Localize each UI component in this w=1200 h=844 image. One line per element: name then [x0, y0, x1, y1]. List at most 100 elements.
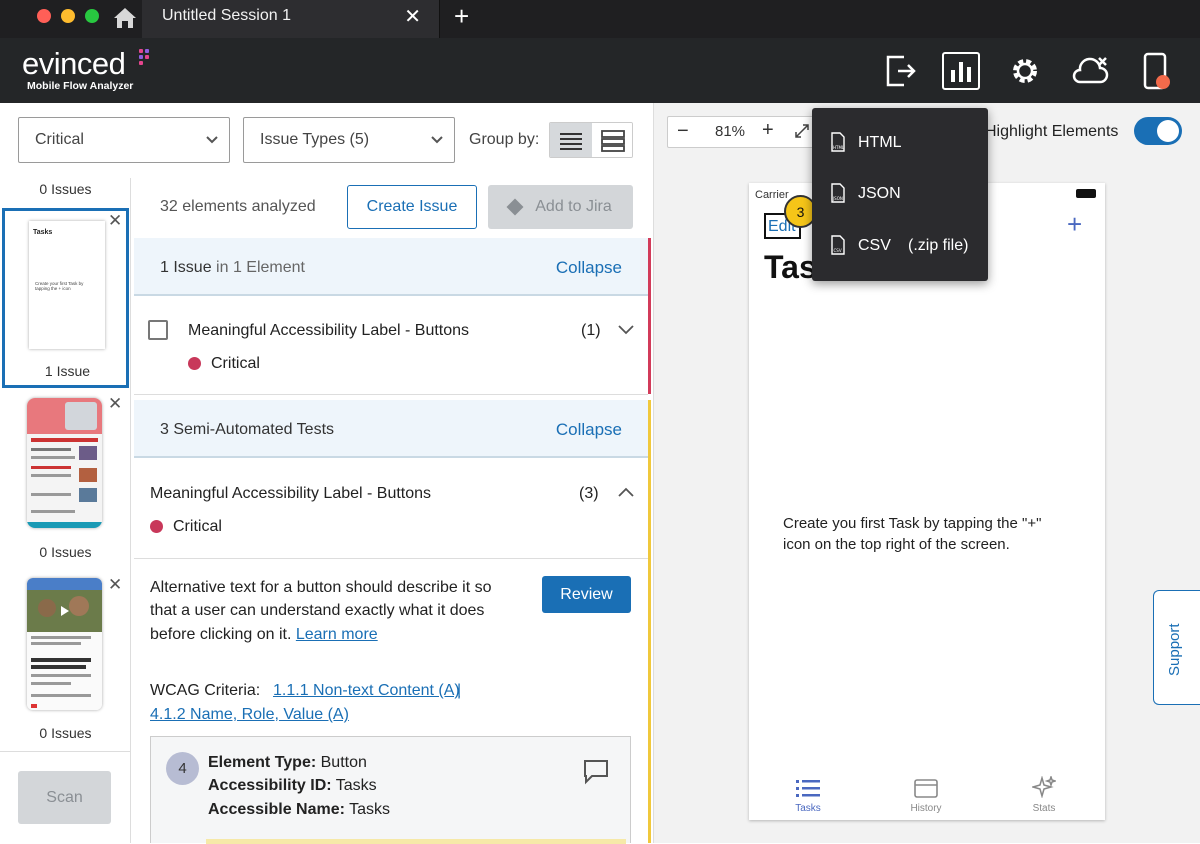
csv-file-icon: CSV — [830, 235, 846, 260]
element-accessible-name: Accessible Name: Tasks — [208, 801, 391, 818]
export-html-item[interactable]: HTML HTML — [830, 128, 980, 158]
tab-bar: Tasks History Stats — [749, 766, 1105, 820]
screen-issue-count: 1 Issue — [44, 363, 91, 379]
battery-icon — [1076, 189, 1096, 198]
home-icon[interactable] — [112, 6, 138, 35]
highlight-strip — [206, 839, 626, 844]
review-button[interactable]: Review — [542, 576, 631, 613]
screen-thumbnail-selected[interactable]: Tasks Create your first Task by tapping … — [2, 208, 129, 388]
element-card[interactable]: 4 Element Type: Button Accessibility ID:… — [150, 736, 631, 844]
chevron-down-icon — [205, 132, 219, 151]
export-csv-note: (.zip file) — [908, 237, 969, 254]
expand-icon[interactable] — [794, 123, 810, 144]
test-count-badge: (3) — [579, 485, 599, 502]
test-severity: Critical — [173, 518, 222, 535]
test-description: Alternative text for a button should des… — [150, 579, 492, 596]
element-count: in 1 Element — [211, 259, 305, 276]
issue-title: Meaningful Accessibility Label - Buttons — [188, 322, 470, 339]
device-connection-icon[interactable] — [1136, 52, 1174, 90]
export-csv-item[interactable]: CSV CSV (.zip file) — [830, 231, 980, 261]
brand-logo: evinced — [22, 46, 126, 81]
critical-dot — [188, 357, 201, 370]
screen-issue-count: 0 Issues — [39, 725, 92, 741]
status-carrier: Carrier — [755, 189, 789, 201]
window-title-bar: Untitled Session 1 ✕ + — [0, 0, 1200, 38]
tab-stats[interactable]: Stats — [1027, 774, 1061, 814]
close-window-button[interactable] — [37, 9, 51, 23]
chevron-up-icon[interactable] — [617, 485, 635, 504]
element-number-badge: 4 — [166, 752, 199, 785]
issues-section-title: 1 Issue in 1 Element — [160, 259, 305, 277]
export-icon[interactable] — [880, 52, 918, 90]
screen-thumbnail-image[interactable] — [27, 398, 102, 528]
close-tab-icon[interactable]: ✕ — [404, 4, 421, 29]
wcag-label: WCAG Criteria: — [150, 682, 261, 699]
semi-automated-bar — [648, 400, 651, 843]
sparkles-icon — [1030, 774, 1058, 799]
app-header: evinced Mobile Flow Analyzer — [0, 38, 1200, 103]
new-tab-button[interactable]: + — [454, 1, 469, 32]
tab-tasks-label: Tasks — [795, 803, 821, 814]
highlight-elements-toggle[interactable] — [1134, 117, 1182, 145]
settings-gear-icon[interactable] — [1006, 52, 1044, 90]
brand-subtitle: Mobile Flow Analyzer — [27, 80, 134, 92]
svg-text:CSV: CSV — [834, 248, 842, 253]
issue-types-filter-value: Issue Types (5) — [260, 131, 370, 148]
zoom-in-button[interactable]: + — [762, 119, 774, 142]
wcag-link-4-1-2[interactable]: 4.1.2 Name, Role, Value (A) — [150, 706, 349, 724]
test-description: before clicking on it. Learn more — [150, 626, 378, 643]
test-description: that a user can understand exactly what … — [150, 602, 485, 619]
jira-icon — [506, 198, 524, 216]
empty-state-text: icon on the top right of the screen. — [783, 536, 1010, 553]
close-icon[interactable]: ✕ — [108, 211, 122, 231]
group-by-toggle — [549, 122, 633, 158]
wcag-link-1-1-1[interactable]: 1.1.1 Non-text Content (A) — [273, 682, 460, 700]
wcag-separator: | — [457, 682, 462, 699]
test-title: Meaningful Accessibility Label - Buttons — [150, 485, 432, 502]
elements-analyzed-count: 32 elements analyzed — [160, 198, 316, 215]
zoom-out-button[interactable]: − — [677, 120, 689, 143]
create-issue-button[interactable]: Create Issue — [347, 185, 477, 229]
thumbnail-mini-text: Create your first Task by tapping the + … — [35, 281, 84, 291]
tab-history-label: History — [910, 803, 942, 814]
scan-button[interactable]: Scan — [18, 771, 111, 824]
export-html-label: HTML — [858, 134, 902, 151]
add-to-jira-button[interactable]: Add to Jira — [488, 185, 633, 229]
session-tab[interactable]: Untitled Session 1 ✕ — [142, 0, 440, 38]
learn-more-link[interactable]: Learn more — [296, 626, 378, 643]
collapse-issues-button[interactable]: Collapse — [556, 258, 622, 278]
minimize-window-button[interactable] — [61, 9, 75, 23]
collapse-semi-automated-button[interactable]: Collapse — [556, 420, 622, 440]
export-json-item[interactable]: JSON JSON — [830, 179, 980, 209]
close-icon[interactable]: ✕ — [108, 575, 122, 595]
issue-checkbox[interactable] — [148, 320, 168, 340]
semi-automated-section-header: 3 Semi-Automated Tests Collapse — [134, 400, 648, 458]
chevron-down-icon[interactable] — [617, 322, 635, 341]
report-chart-icon[interactable] — [942, 52, 980, 90]
screen-thumbnail-image[interactable] — [27, 578, 102, 710]
issue-types-filter-select[interactable]: Issue Types (5) — [243, 117, 455, 163]
tab-tasks[interactable]: Tasks — [793, 778, 823, 814]
issue-count: 1 Issue — [160, 259, 212, 276]
close-icon[interactable]: ✕ — [108, 394, 122, 414]
support-label: Support — [1166, 623, 1183, 676]
divider — [134, 558, 648, 559]
grouped-view-icon[interactable] — [592, 123, 632, 157]
maximize-window-button[interactable] — [85, 9, 99, 23]
add-to-jira-label: Add to Jira — [535, 198, 612, 215]
add-task-button[interactable]: + — [1067, 209, 1082, 240]
screen-issue-count: 0 Issues — [39, 181, 92, 197]
support-tab[interactable]: Support — [1153, 590, 1200, 705]
session-tab-title: Untitled Session 1 — [162, 7, 291, 24]
cloud-disconnected-icon[interactable] — [1068, 52, 1112, 90]
severity-filter-select[interactable]: Critical — [18, 117, 230, 163]
comment-icon[interactable] — [582, 757, 610, 790]
list-view-icon[interactable] — [550, 123, 592, 157]
tab-history[interactable]: History — [906, 778, 946, 814]
critical-dot — [150, 520, 163, 533]
screen-thumbnail-image: Tasks Create your first Task by tapping … — [29, 221, 105, 349]
html-file-icon: HTML — [830, 132, 846, 157]
critical-severity-bar — [648, 238, 651, 394]
svg-text:HTML: HTML — [833, 145, 845, 150]
semi-automated-title: 3 Semi-Automated Tests — [160, 421, 335, 438]
